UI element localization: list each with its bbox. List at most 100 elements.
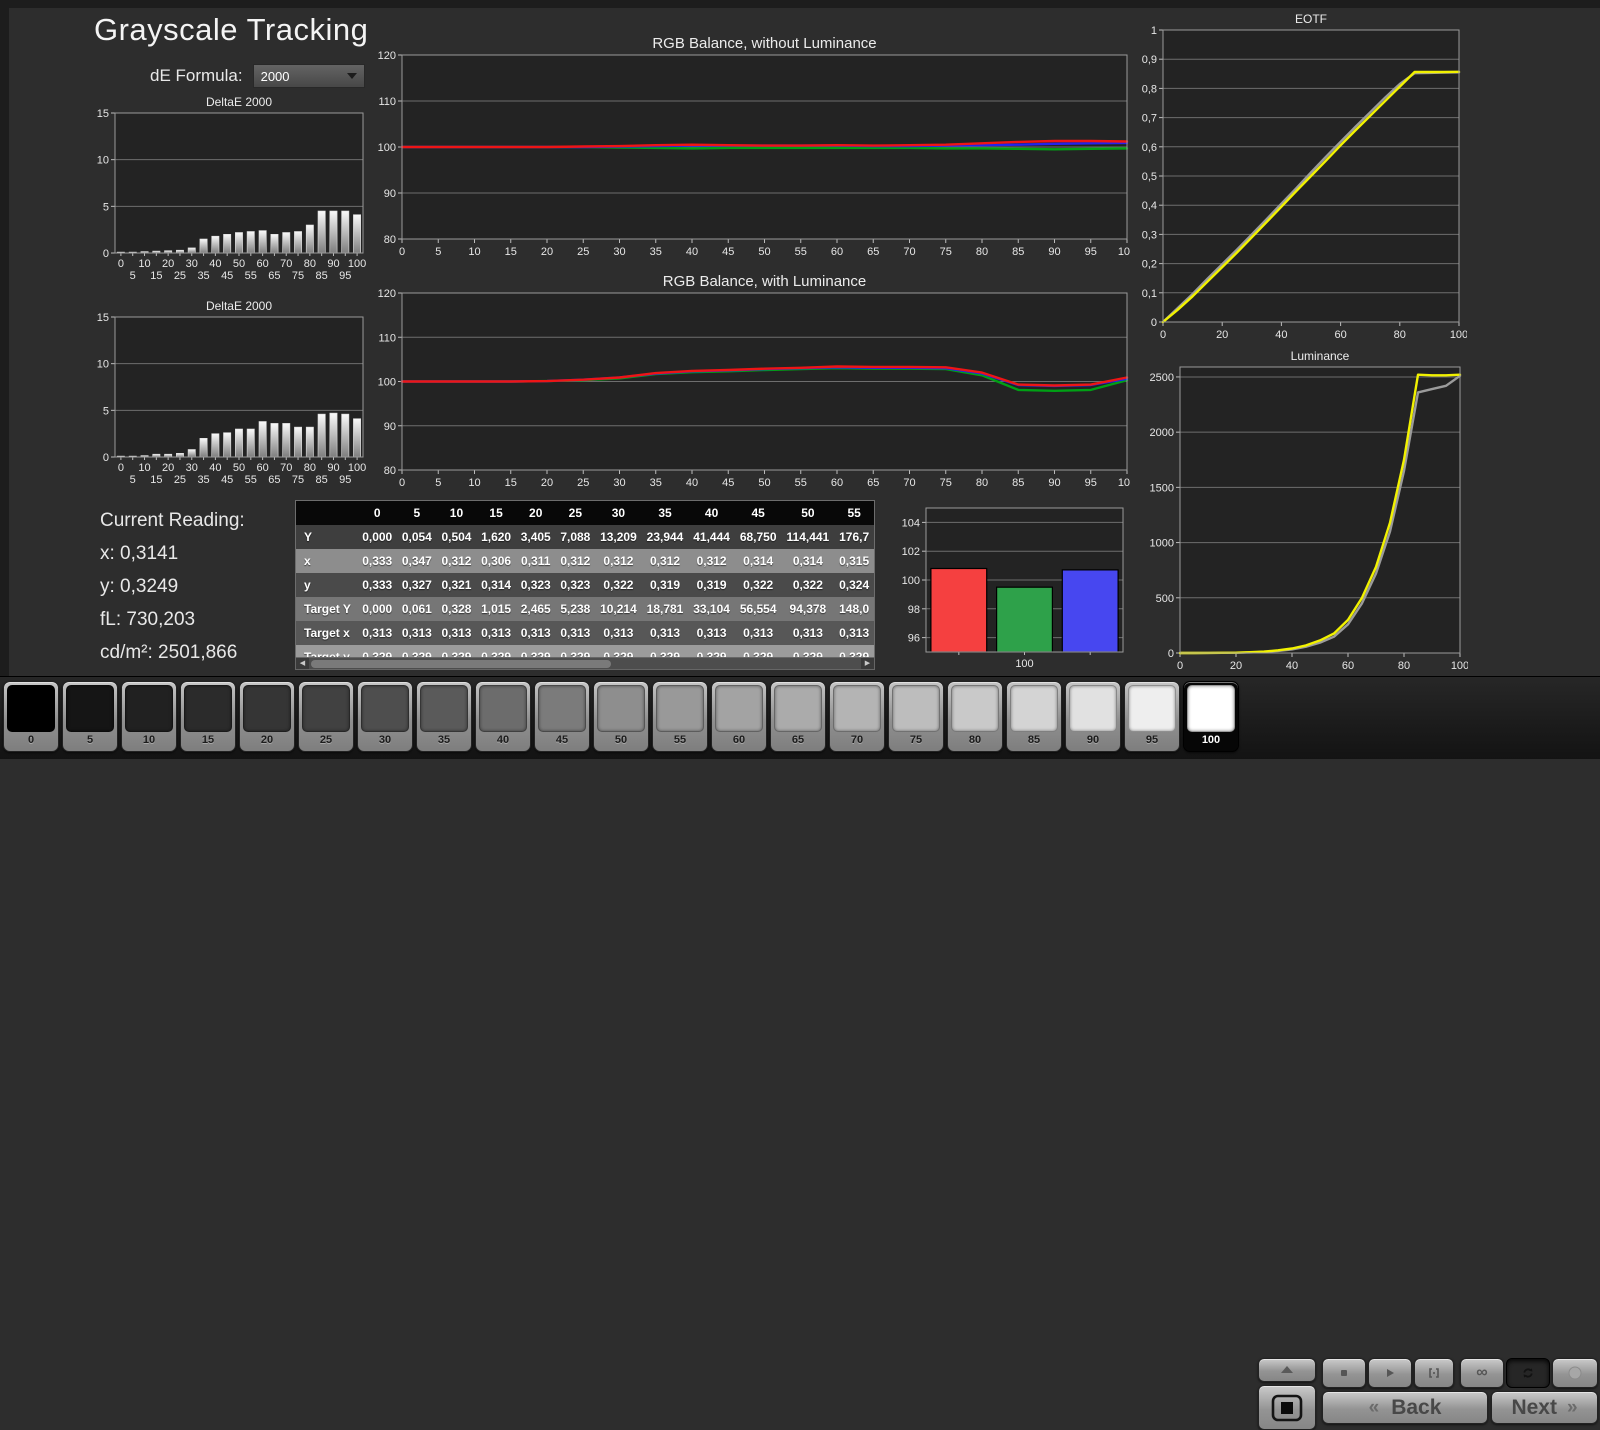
swatch-label: 100 xyxy=(1202,734,1220,746)
bar-45 xyxy=(224,433,231,457)
window-frame-left xyxy=(0,0,9,676)
scrollbar-thumb[interactable] xyxy=(311,660,611,668)
pattern-swatch-50[interactable]: 50 xyxy=(593,681,649,752)
pattern-swatch-15[interactable]: 15 xyxy=(180,681,236,752)
table-horizontal-scrollbar[interactable]: ◀ ▶ xyxy=(295,657,875,670)
swatch-label: 45 xyxy=(556,734,568,746)
svg-text:90: 90 xyxy=(327,462,339,474)
svg-text:30: 30 xyxy=(186,258,198,270)
back-button[interactable]: « Back xyxy=(1322,1391,1488,1424)
svg-text:100: 100 xyxy=(348,462,366,474)
refresh-button[interactable] xyxy=(1506,1358,1550,1388)
pattern-swatch-90[interactable]: 90 xyxy=(1065,681,1121,752)
swatch-chip xyxy=(7,685,55,732)
pattern-swatch-65[interactable]: 65 xyxy=(770,681,826,752)
svg-text:110: 110 xyxy=(378,96,396,108)
svg-text:30: 30 xyxy=(613,246,625,258)
svg-text:50: 50 xyxy=(758,477,770,489)
chevron-down-icon xyxy=(347,73,357,79)
svg-text:80: 80 xyxy=(304,258,316,270)
svg-text:10: 10 xyxy=(97,155,109,167)
table-row: Y0,0000,0540,5041,6203,4057,08813,20923,… xyxy=(296,525,875,549)
refresh-icon xyxy=(1520,1365,1536,1381)
swatch-chip xyxy=(833,685,881,732)
table-cell: 0,314 xyxy=(781,549,834,573)
svg-text:100: 100 xyxy=(902,575,920,587)
record-button[interactable] xyxy=(1552,1358,1598,1388)
swatch-label: 10 xyxy=(143,734,155,746)
pattern-swatch-5[interactable]: 5 xyxy=(62,681,118,752)
svg-text:100: 100 xyxy=(378,377,396,389)
loop-button[interactable]: ∞ xyxy=(1460,1358,1504,1388)
table-row-label: y xyxy=(296,573,358,597)
pattern-swatch-100[interactable]: 100 xyxy=(1183,681,1239,752)
next-button[interactable]: Next » xyxy=(1491,1391,1598,1424)
pattern-swatch-55[interactable]: 55 xyxy=(652,681,708,752)
pattern-toolbar: 05 10 15202530 35 40 45 5055606570 75 80 85 9095 10… xyxy=(0,676,1600,759)
next-button-label: Next xyxy=(1511,1396,1557,1420)
table-cell: 13,209 xyxy=(595,525,642,549)
table-cell: 10,214 xyxy=(595,597,642,621)
stop-button[interactable] xyxy=(1322,1358,1366,1388)
table-cell: 41,444 xyxy=(688,525,735,549)
pattern-window-button[interactable] xyxy=(1258,1385,1316,1430)
scroll-right-icon[interactable]: ▶ xyxy=(861,658,874,669)
bar-50 xyxy=(235,429,242,457)
swatch-label: 85 xyxy=(1028,734,1040,746)
svg-text:85: 85 xyxy=(316,270,328,282)
de-formula-dropdown[interactable]: 2000 xyxy=(253,64,365,88)
pattern-swatch-45[interactable]: 45 xyxy=(534,681,590,752)
pattern-swatch-25[interactable]: 25 xyxy=(298,681,354,752)
table-cell: 0,054 xyxy=(397,525,437,549)
play-button[interactable] xyxy=(1368,1358,1412,1388)
bar-55 xyxy=(247,429,254,457)
pattern-swatch-30[interactable]: 30 xyxy=(357,681,413,752)
pattern-swatch-strip: 05 10 15202530 35 40 45 5055606570 75 80 85 9095 10… xyxy=(3,681,1239,752)
current-reading-value: x: 0,3141 xyxy=(100,537,245,570)
swatch-label: 75 xyxy=(910,734,922,746)
table-col-header: 40 xyxy=(688,501,735,526)
pattern-swatch-60[interactable]: 60 xyxy=(711,681,767,752)
current-reading-title: Current Reading: xyxy=(100,504,245,537)
svg-text:15: 15 xyxy=(97,108,109,120)
swatch-chip xyxy=(243,685,291,732)
pattern-swatch-40[interactable]: 40 xyxy=(475,681,531,752)
bar-85 xyxy=(318,211,325,253)
svg-text:100: 100 xyxy=(1015,658,1033,670)
pattern-swatch-85[interactable]: 85 xyxy=(1006,681,1062,752)
pattern-swatch-35[interactable]: 35 xyxy=(416,681,472,752)
bar-35 xyxy=(200,438,207,457)
collapse-toolbar-button[interactable] xyxy=(1258,1358,1316,1382)
pattern-swatch-10[interactable]: 10 xyxy=(121,681,177,752)
svg-text:40: 40 xyxy=(209,462,221,474)
svg-text:RGB Balance, with Luminance: RGB Balance, with Luminance xyxy=(663,273,866,290)
table-cell: 0,333 xyxy=(357,549,397,573)
table-cell: 2,465 xyxy=(516,597,556,621)
svg-text:20: 20 xyxy=(162,258,174,270)
table-row: y0,3330,3270,3210,3140,3230,3230,3220,31… xyxy=(296,573,875,597)
svg-text:85: 85 xyxy=(316,474,328,486)
pattern-swatch-75[interactable]: 75 xyxy=(888,681,944,752)
svg-text:75: 75 xyxy=(940,477,952,489)
pattern-swatch-20[interactable]: 20 xyxy=(239,681,295,752)
svg-text:10: 10 xyxy=(138,258,150,270)
swatch-label: 35 xyxy=(438,734,450,746)
svg-text:5: 5 xyxy=(103,405,109,417)
table-cell: 0,306 xyxy=(476,549,516,573)
scroll-left-icon[interactable]: ◀ xyxy=(296,658,309,669)
pattern-swatch-0[interactable]: 0 xyxy=(3,681,59,752)
frame-advance-button[interactable] xyxy=(1414,1358,1454,1388)
svg-text:0: 0 xyxy=(103,452,109,464)
table-cell: 0,313 xyxy=(357,621,397,645)
table-col-header: 15 xyxy=(476,501,516,526)
table-cell: 0,312 xyxy=(556,549,596,573)
pattern-swatch-80[interactable]: 80 xyxy=(947,681,1003,752)
table-cell: 0,313 xyxy=(437,621,477,645)
table-col-header: 55 xyxy=(834,501,874,526)
table-cell: 0,327 xyxy=(397,573,437,597)
bar-75 xyxy=(294,232,301,254)
svg-text:0,6: 0,6 xyxy=(1142,142,1157,154)
pattern-swatch-95[interactable]: 95 xyxy=(1124,681,1180,752)
swatch-chip xyxy=(1128,685,1176,732)
pattern-swatch-70[interactable]: 70 xyxy=(829,681,885,752)
